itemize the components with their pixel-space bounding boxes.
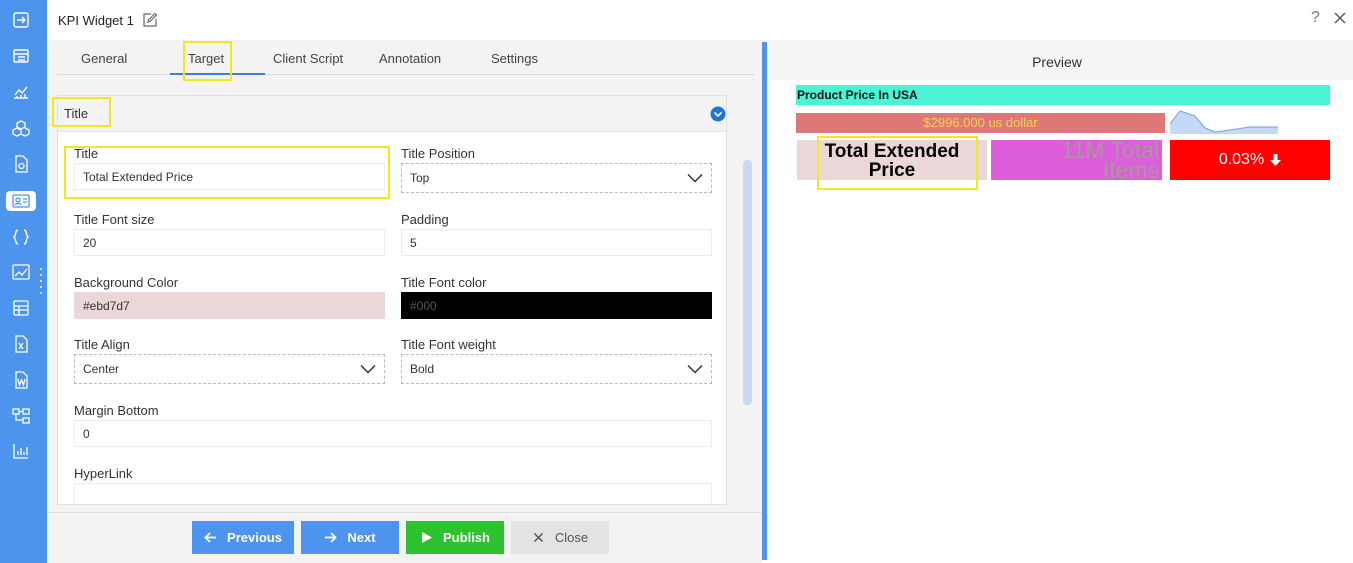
tab-bar: General Target Client Script Annotation … xyxy=(57,40,754,75)
padding-input[interactable]: 5 xyxy=(401,229,712,256)
arrow-left-icon xyxy=(204,532,217,543)
kpi-widget-editor: KPI Widget 1 ? General Target Client Scr… xyxy=(0,0,1353,563)
tab-target[interactable]: Target xyxy=(188,51,224,66)
image-chart-icon[interactable] xyxy=(10,261,32,283)
footer-actions: Previous Next Publish Close xyxy=(47,512,762,563)
kpi-target-title-line2: Price xyxy=(868,160,916,181)
chevron-down-icon xyxy=(687,364,703,374)
title-align-value: Center xyxy=(83,362,120,376)
title-align-label: Title Align xyxy=(74,337,130,352)
tab-annotation[interactable]: Annotation xyxy=(379,51,441,66)
next-button[interactable]: Next xyxy=(301,521,399,554)
tab-client-script[interactable]: Client Script xyxy=(273,51,343,66)
title-section-header[interactable]: Title xyxy=(58,96,726,132)
previous-label: Previous xyxy=(227,530,282,545)
grid-table-icon[interactable] xyxy=(10,297,32,319)
tab-settings[interactable]: Settings xyxy=(491,51,538,66)
kpi-value: $2996.000 us dollar xyxy=(796,113,1165,133)
section-title: Title xyxy=(64,106,89,121)
scrollbar-thumb[interactable] xyxy=(743,160,752,405)
excel-file-icon[interactable] xyxy=(10,333,32,355)
next-label: Next xyxy=(347,530,376,545)
kpi-change: 0.03% xyxy=(1170,140,1330,180)
help-icon[interactable]: ? xyxy=(1311,9,1320,27)
margin-bottom-input[interactable]: 0 xyxy=(74,420,712,447)
bar-chart-icon[interactable] xyxy=(10,440,32,462)
edit-title-icon[interactable] xyxy=(142,12,158,28)
publish-button[interactable]: Publish xyxy=(406,521,504,554)
arrow-down-icon xyxy=(1270,154,1282,166)
id-card-icon[interactable] xyxy=(6,191,36,211)
preview-title: Preview xyxy=(1032,54,1082,70)
title-font-size-label: Title Font size xyxy=(74,212,155,227)
publish-label: Publish xyxy=(443,530,490,545)
title-font-color-label: Title Font color xyxy=(401,275,487,290)
title-position-label: Title Position xyxy=(401,146,475,161)
rail-resize-grip[interactable] xyxy=(40,268,44,298)
configuration-panel: General Target Client Script Annotation … xyxy=(47,40,762,563)
title-align-select[interactable]: Center xyxy=(74,354,385,384)
title-label: Title xyxy=(74,146,99,161)
kpi-target-title: Total Extended Price xyxy=(797,140,987,180)
line-chart-icon[interactable] xyxy=(10,81,32,103)
kpi-count-line2: Items xyxy=(1102,157,1159,183)
kpi-target-title-line1: Total Extended xyxy=(824,141,960,162)
close-button[interactable]: Close xyxy=(511,521,609,554)
title-font-size-input[interactable]: 20 xyxy=(74,229,385,256)
word-file-icon[interactable] xyxy=(10,369,32,391)
widget-title: KPI Widget 1 xyxy=(58,13,134,28)
window-header: KPI Widget 1 ? xyxy=(47,0,1353,40)
padding-label: Padding xyxy=(401,212,449,227)
arrow-right-icon xyxy=(325,532,338,543)
title-position-value: Top xyxy=(410,171,430,185)
title-font-weight-value: Bold xyxy=(410,362,435,376)
previous-button[interactable]: Previous xyxy=(192,521,294,554)
chevron-down-icon xyxy=(687,173,703,183)
background-color-input[interactable]: #ebd7d7 xyxy=(74,292,385,319)
title-section: Title Title Total Extended Price Title P… xyxy=(57,95,727,505)
preview-pane: Preview Product Price In USA $2996.000 u… xyxy=(767,40,1353,563)
cubes-icon[interactable] xyxy=(10,117,32,139)
play-icon xyxy=(422,532,433,543)
margin-bottom-label: Margin Bottom xyxy=(74,403,159,418)
kpi-count: 11M Total Items xyxy=(991,139,1162,183)
title-font-weight-label: Title Font weight xyxy=(401,337,496,352)
close-icon xyxy=(533,532,543,543)
chevron-down-icon xyxy=(360,364,376,374)
tab-general[interactable]: General xyxy=(81,51,127,66)
kpi-title: Product Price In USA xyxy=(796,85,1330,105)
kpi-change-value: 0.03% xyxy=(1218,151,1265,168)
collapse-chevron-icon[interactable] xyxy=(710,106,726,122)
braces-icon[interactable] xyxy=(10,226,32,248)
hierarchy-icon[interactable] xyxy=(10,405,32,427)
file-gear-icon[interactable] xyxy=(10,153,32,175)
hyperlink-input[interactable] xyxy=(74,483,712,504)
title-font-weight-select[interactable]: Bold xyxy=(401,354,712,384)
hyperlink-label: HyperLink xyxy=(74,466,133,481)
close-window-icon[interactable] xyxy=(1332,10,1348,26)
background-color-label: Background Color xyxy=(74,275,179,290)
title-input[interactable]: Total Extended Price xyxy=(74,163,385,190)
kpi-sparkline xyxy=(1170,110,1278,134)
left-icon-rail xyxy=(0,0,47,563)
title-position-select[interactable]: Top xyxy=(401,163,712,193)
close-label: Close xyxy=(554,530,589,545)
list-icon[interactable] xyxy=(10,45,32,67)
active-tab-indicator xyxy=(170,73,265,75)
panel-scrollbar[interactable] xyxy=(743,160,753,495)
title-font-color-input[interactable]: #000 xyxy=(401,292,712,319)
preview-header: Preview xyxy=(767,40,1353,80)
login-icon[interactable] xyxy=(10,9,32,31)
